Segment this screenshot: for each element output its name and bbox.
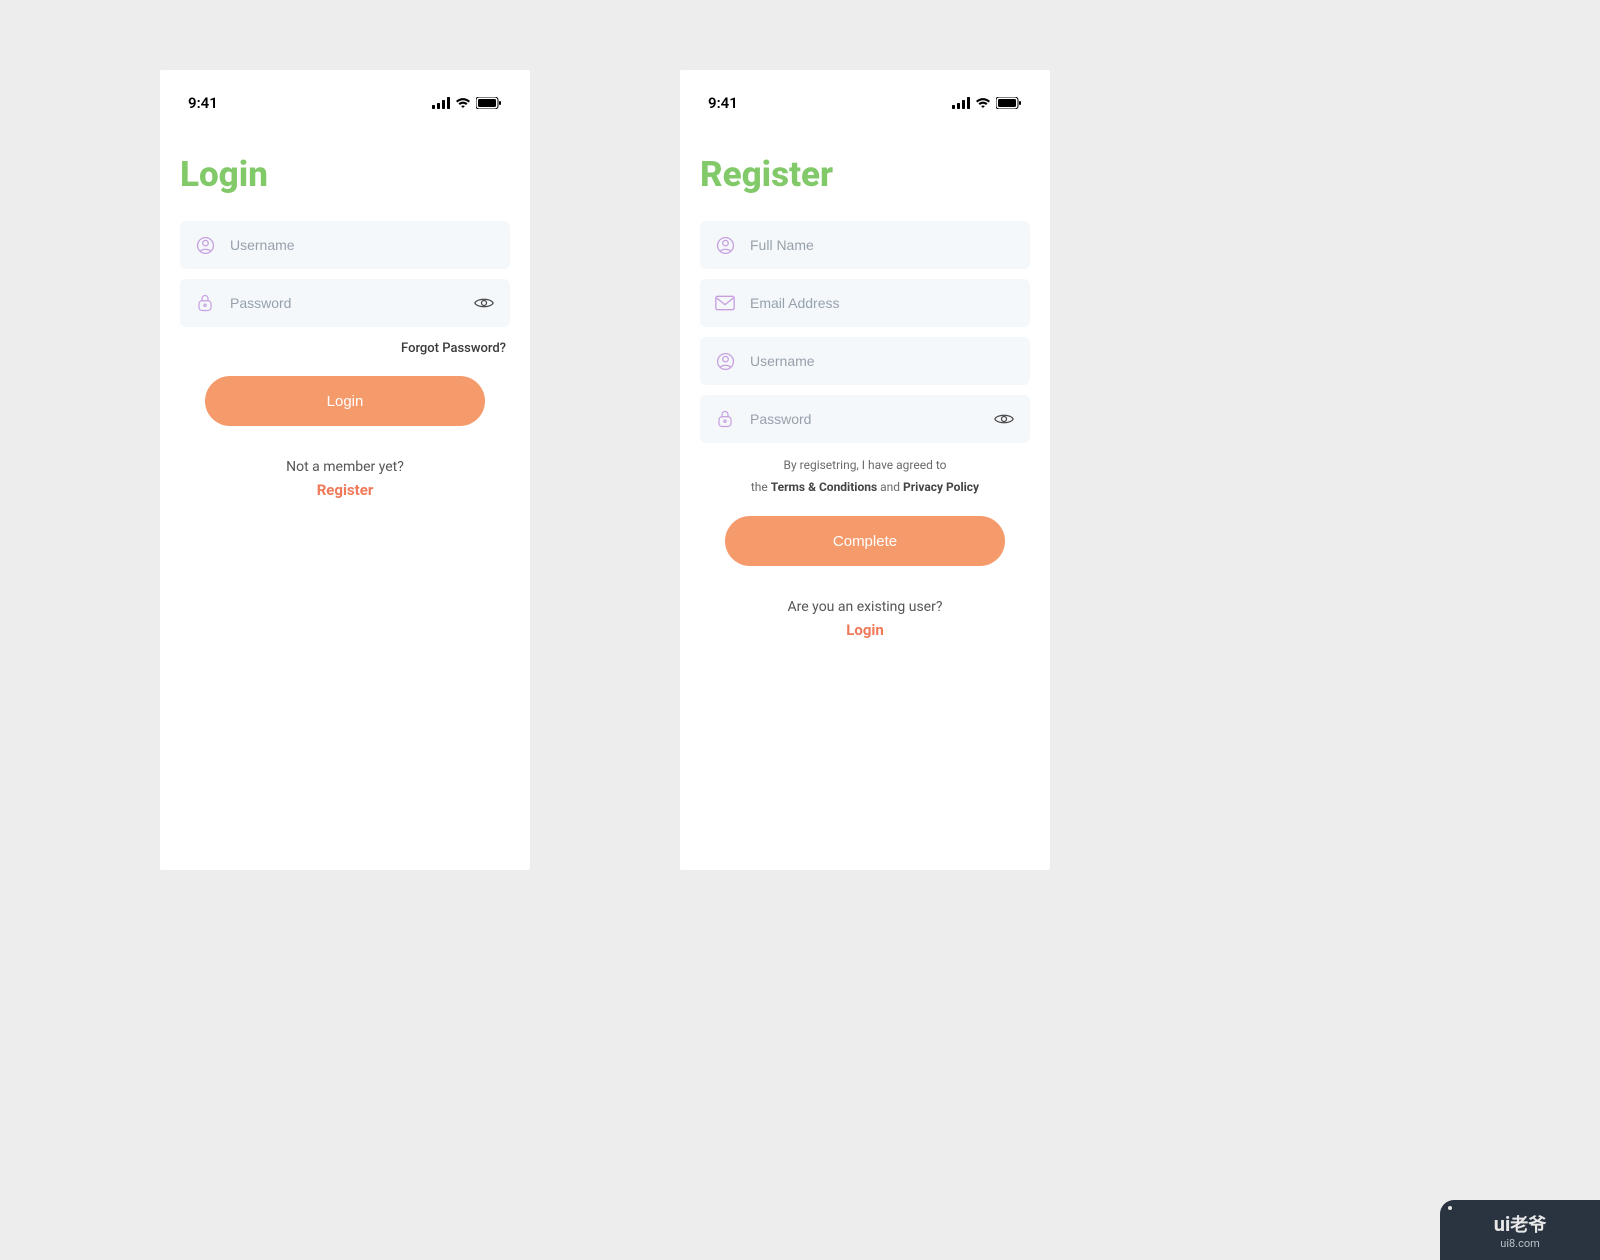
eye-icon[interactable] bbox=[472, 296, 496, 310]
footer-question: Are you an existing user? bbox=[788, 599, 943, 615]
battery-icon bbox=[996, 97, 1022, 109]
password-field-row[interactable] bbox=[180, 279, 510, 327]
battery-icon bbox=[476, 97, 502, 109]
status-bar: 9:41 bbox=[180, 86, 510, 120]
watermark-badge: ui老爷 ui8.com bbox=[1440, 1200, 1600, 1260]
fullname-input[interactable] bbox=[750, 237, 1016, 253]
register-screen: 9:41 Register By regisetring, bbox=[680, 70, 1050, 870]
login-link[interactable]: Login bbox=[700, 621, 1030, 639]
lock-icon bbox=[714, 409, 736, 429]
email-field-row[interactable] bbox=[700, 279, 1030, 327]
fullname-field-row[interactable] bbox=[700, 221, 1030, 269]
dot-icon bbox=[1448, 1206, 1452, 1210]
cellular-icon bbox=[952, 97, 970, 109]
mockup-stage: 9:41 Login Forgot Password? Login Not a … bbox=[160, 70, 1050, 870]
privacy-policy-link[interactable]: Privacy Policy bbox=[903, 480, 979, 494]
complete-button[interactable]: Complete bbox=[725, 516, 1005, 566]
page-title: Login bbox=[180, 154, 510, 195]
login-screen: 9:41 Login Forgot Password? Login Not a … bbox=[160, 70, 530, 870]
register-link[interactable]: Register bbox=[180, 481, 510, 499]
username-input[interactable] bbox=[750, 353, 1016, 369]
eye-icon[interactable] bbox=[992, 412, 1016, 426]
terms-conditions-link[interactable]: Terms & Conditions bbox=[771, 480, 877, 494]
password-input[interactable] bbox=[750, 411, 992, 427]
user-icon bbox=[714, 236, 736, 255]
status-time: 9:41 bbox=[708, 94, 738, 112]
terms-the: the bbox=[751, 480, 768, 494]
register-footer: Are you an existing user? Login bbox=[700, 596, 1030, 639]
footer-question: Not a member yet? bbox=[286, 459, 404, 475]
login-footer: Not a member yet? Register bbox=[180, 456, 510, 499]
page-title: Register bbox=[700, 154, 1030, 195]
status-icons bbox=[432, 97, 502, 109]
username-field-row[interactable] bbox=[700, 337, 1030, 385]
wifi-icon bbox=[975, 97, 991, 109]
status-icons bbox=[952, 97, 1022, 109]
username-input[interactable] bbox=[230, 237, 496, 253]
password-field-row[interactable] bbox=[700, 395, 1030, 443]
wifi-icon bbox=[455, 97, 471, 109]
user-icon bbox=[714, 352, 736, 371]
watermark-url: ui8.com bbox=[1500, 1237, 1540, 1250]
status-bar: 9:41 bbox=[700, 86, 1030, 120]
user-icon bbox=[194, 236, 216, 255]
password-input[interactable] bbox=[230, 295, 472, 311]
status-time: 9:41 bbox=[188, 94, 218, 112]
cellular-icon bbox=[432, 97, 450, 109]
email-input[interactable] bbox=[750, 295, 1016, 311]
lock-icon bbox=[194, 293, 216, 313]
terms-text: By regisetring, I have agreed to the Ter… bbox=[700, 455, 1030, 498]
forgot-password-link[interactable]: Forgot Password? bbox=[180, 341, 506, 356]
watermark-brand: ui老爷 bbox=[1494, 1211, 1547, 1237]
terms-and: and bbox=[880, 480, 900, 494]
login-button[interactable]: Login bbox=[205, 376, 485, 426]
mail-icon bbox=[714, 295, 736, 311]
terms-line1: By regisetring, I have agreed to bbox=[784, 458, 947, 472]
username-field-row[interactable] bbox=[180, 221, 510, 269]
